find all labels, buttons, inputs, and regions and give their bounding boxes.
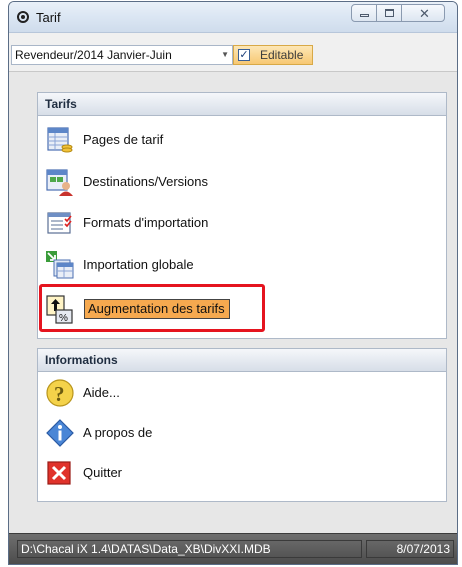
menu-item-aide[interactable]: ? Aide... xyxy=(38,373,446,413)
menu-item-formats-importation[interactable]: Formats d'importation xyxy=(38,203,446,243)
group-header-tarifs[interactable]: Tarifs xyxy=(38,93,446,116)
quit-icon xyxy=(47,461,71,485)
svg-text:%: % xyxy=(59,313,68,324)
price-pages-icon xyxy=(47,127,73,153)
status-date: 8/07/2013 xyxy=(366,540,454,558)
tariff-select-value: Revendeur/2014 Janvier-Juin xyxy=(15,48,172,62)
global-import-icon xyxy=(46,251,74,279)
info-icon xyxy=(46,419,74,447)
menu-item-label: Destinations/Versions xyxy=(83,174,209,189)
navigation-panel: Tarifs Pages de tarif Destinations/Versi… xyxy=(9,71,457,534)
menu-item-label: Aide... xyxy=(83,385,120,400)
tariff-select[interactable]: Revendeur/2014 Janvier-Juin ▼ xyxy=(11,45,233,65)
window-controls: ✕ xyxy=(351,4,445,22)
menu-item-label: Formats d'importation xyxy=(83,215,209,230)
minimize-icon xyxy=(360,14,369,17)
menu-item-importation-globale[interactable]: Importation globale xyxy=(38,245,446,285)
help-icon: ? xyxy=(46,379,74,407)
tarif-window: Tarif ✕ Revendeur/2014 Janvier-Juin ▼ ✓ … xyxy=(8,1,458,565)
maximize-icon xyxy=(385,9,394,17)
svg-text:?: ? xyxy=(54,382,65,406)
menu-item-augmentation-des-tarifs[interactable]: % Augmentation des tarifs xyxy=(38,289,446,329)
menu-item-label: Importation globale xyxy=(83,257,194,272)
window-title: Tarif xyxy=(36,10,61,25)
app-icon xyxy=(17,11,29,23)
toolbar: Revendeur/2014 Janvier-Juin ▼ ✓ Editable xyxy=(9,33,457,71)
close-icon: ✕ xyxy=(419,6,430,21)
import-formats-icon xyxy=(47,212,72,234)
editable-checkbox[interactable]: ✓ xyxy=(238,49,250,61)
menu-item-a-propos[interactable]: A propos de xyxy=(38,413,446,453)
group-informations: Informations ? Aide... A propos de Quitt… xyxy=(37,348,447,502)
menu-item-quitter[interactable]: Quitter xyxy=(38,453,446,493)
menu-item-label: A propos de xyxy=(83,425,153,440)
destinations-icon xyxy=(46,169,73,196)
menu-item-label: Augmentation des tarifs xyxy=(84,299,230,319)
title-bar[interactable]: Tarif ✕ xyxy=(9,2,457,33)
chevron-down-icon[interactable]: ▼ xyxy=(221,46,229,64)
maximize-button[interactable] xyxy=(376,4,402,22)
menu-item-label: Quitter xyxy=(83,465,123,480)
status-bar: D:\Chacal iX 1.4\DATAS\Data_XB\DivXXI.MD… xyxy=(9,533,457,564)
menu-item-label: Pages de tarif xyxy=(83,132,164,147)
menu-item-pages-de-tarif[interactable]: Pages de tarif xyxy=(38,120,446,160)
editable-label: Editable xyxy=(260,48,304,62)
close-button[interactable]: ✕ xyxy=(401,4,445,22)
status-database-path: D:\Chacal iX 1.4\DATAS\Data_XB\DivXXI.MD… xyxy=(17,540,362,558)
editable-toggle[interactable]: ✓ Editable xyxy=(233,45,313,65)
minimize-button[interactable] xyxy=(351,4,377,22)
price-increase-icon: % xyxy=(46,295,73,324)
group-header-informations[interactable]: Informations xyxy=(38,349,446,372)
group-tarifs: Tarifs Pages de tarif Destinations/Versi… xyxy=(37,92,447,339)
menu-item-destinations-versions[interactable]: Destinations/Versions xyxy=(38,162,446,202)
